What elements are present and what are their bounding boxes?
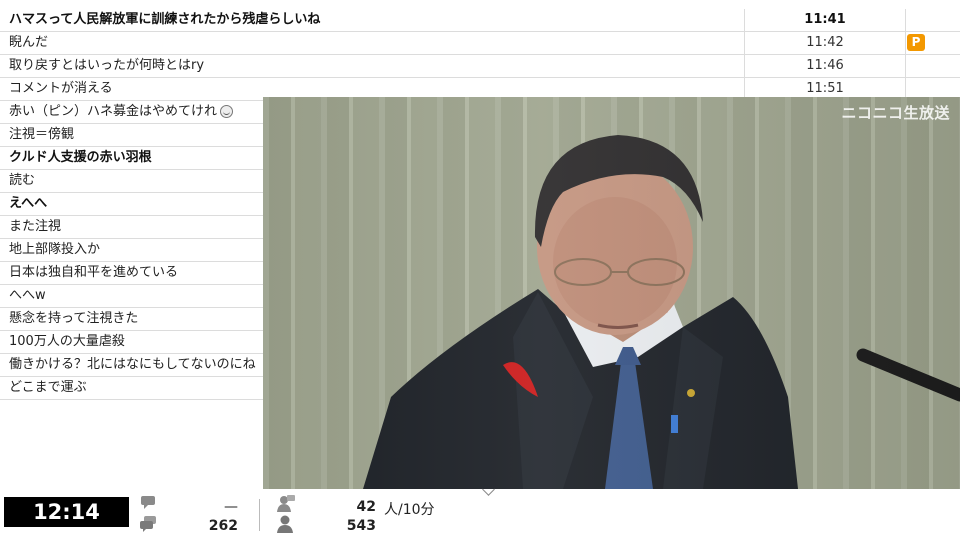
video-shading xyxy=(263,97,960,489)
comment-text: えへへ xyxy=(9,196,48,211)
comment-text: 注視＝傍観 xyxy=(9,127,75,142)
comment-row[interactable]: 取り戻すとはいったが何時とはry 11:46 xyxy=(0,55,960,78)
viewers-rate: 42 xyxy=(356,499,376,515)
comment-text: 100万人の大量虐殺 xyxy=(9,334,125,349)
face-icon xyxy=(220,105,234,118)
comment-row[interactable]: 睨んだ 11:42 P xyxy=(0,32,960,55)
comment-total: 262 xyxy=(208,518,238,534)
comment-text: 日本は独自和平を進めている xyxy=(9,265,179,280)
viewers-rate-unit: 人/10分 xyxy=(384,502,435,518)
comment-text: 読む xyxy=(9,173,36,188)
comment-text: 懸念を持って注視きた xyxy=(9,311,139,326)
comment-time: 11:41 xyxy=(744,9,906,31)
status-bar: 12:14 — 262 42 人/10分 543 xyxy=(0,483,960,540)
comment-text: クルド人支援の赤い羽根 xyxy=(9,150,152,165)
viewers-rate-icon xyxy=(277,495,295,512)
viewers-total-icon xyxy=(277,515,293,533)
premium-badge: P xyxy=(907,34,925,51)
divider xyxy=(259,499,260,531)
comment-rate-icon xyxy=(141,496,155,509)
elapsed-time: 12:14 xyxy=(4,497,129,527)
comment-time: 11:46 xyxy=(744,55,906,77)
comment-text: コメントが消える xyxy=(9,81,113,96)
comment-row[interactable]: ハマスって人民解放軍に訓練されたから残虐らしいね 11:41 xyxy=(0,9,960,32)
video-player[interactable]: ニコニコ生放送 xyxy=(263,97,960,489)
nico-watermark: ニコニコ生放送 xyxy=(841,104,950,122)
comment-text: どこまで運ぶ xyxy=(9,380,87,395)
comment-text: 働きかける？北にはなにもしてないのにね xyxy=(9,357,256,372)
comment-time: 11:42 xyxy=(744,32,906,54)
comment-total-icon xyxy=(140,516,156,532)
comment-rate: — xyxy=(224,499,238,515)
comment-text: へへw xyxy=(9,288,46,303)
viewers-total: 543 xyxy=(346,518,376,534)
comment-text: 赤い（ピン）ハネ募金はやめてけれ xyxy=(9,101,234,123)
comment-text: ハマスって人民解放軍に訓練されたから残虐らしいね xyxy=(9,12,321,27)
comment-text: 取り戻すとはいったが何時とはry xyxy=(9,58,205,73)
comment-text: 睨んだ xyxy=(9,35,49,50)
comment-text: また注視 xyxy=(9,219,62,234)
comment-text: 地上部隊投入か xyxy=(9,242,101,257)
